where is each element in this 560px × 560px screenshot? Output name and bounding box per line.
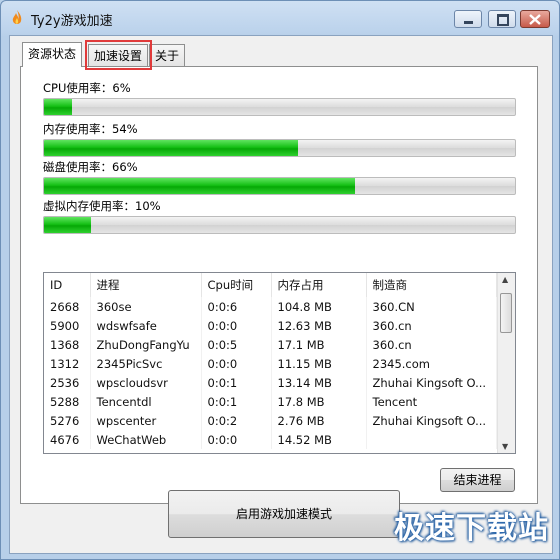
memory-usage-bar [43,139,516,157]
cell-manufacturer: Tencent [366,392,497,411]
table-row[interactable]: 2536 wpscloudsvr 0:0:1 13.14 MB Zhuhai Kings… [44,373,497,392]
column-header-process[interactable]: 进程 [90,273,202,297]
table-row[interactable]: 5288 Tencentdl 0:0:1 17.8 MB Tencent [44,392,497,411]
cell-process: 2345PicSvc [90,354,202,373]
cell-cpu-time: 0:0:0 [201,430,272,449]
tab-resource-status[interactable]: 资源状态 [22,42,83,67]
table-row[interactable]: 4676 WeChatWeb 0:0:0 14.52 MB [44,430,497,449]
cell-process: Tencentdl [90,392,202,411]
disk-usage-bar [43,177,516,195]
watermark-text: 极速下载站 [394,511,549,546]
process-table-header: ID 进程 Cpu时间 内存占用 制造商 [44,273,497,297]
flame-icon [12,10,22,24]
cell-process: WeChatWeb [90,430,202,449]
column-header-manufacturer[interactable]: 制造商 [366,273,497,297]
maximize-icon [497,14,509,26]
virtual-memory-usage-bar [43,216,516,234]
end-process-button[interactable]: 结束进程 [440,468,515,492]
cell-id: 1312 [44,354,91,373]
cell-id: 2668 [44,297,91,316]
column-header-cpu-time[interactable]: Cpu时间 [201,273,272,297]
minimize-button[interactable] [454,10,482,28]
cell-process: ZhuDongFangYu [90,335,202,354]
cell-memory: 2.76 MB [271,411,367,430]
tab-about[interactable]: 关于 [149,44,186,66]
minimize-icon [464,21,473,24]
disk-usage-label: 磁盘使用率：66% [43,160,138,174]
table-row[interactable]: 1312 2345PicSvc 0:0:0 11.15 MB 2345.com [44,354,497,373]
cell-memory: 12.63 MB [271,316,367,335]
cell-memory: 14.52 MB [271,430,367,449]
table-row[interactable]: 2668 360se 0:0:6 104.8 MB 360.CN [44,297,497,316]
cell-manufacturer: 2345.com [366,354,497,373]
virtual-memory-usage-fill [44,217,92,233]
title-bar[interactable]: Ty2y游戏加速 [1,1,559,35]
cell-memory: 104.8 MB [271,297,367,316]
process-list[interactable]: ID 进程 Cpu时间 内存占用 制造商 2668 360se 0:0:6 104.8… [43,272,516,454]
cell-manufacturer: Zhuhai Kingsoft O... [366,411,497,430]
cpu-usage-fill [44,99,73,115]
cell-id: 4676 [44,430,91,449]
cell-manufacturer: Zhuhai Kingsoft O... [366,373,497,392]
cpu-usage-bar [43,98,516,116]
enable-game-acceleration-button[interactable]: 启用游戏加速模式 [168,490,400,538]
cell-process: wdswfsafe [90,316,202,335]
cell-cpu-time: 0:0:5 [201,335,272,354]
process-list-scrollbar[interactable]: ▲ ▼ [497,273,515,453]
cell-manufacturer: 360.cn [366,316,497,335]
virtual-memory-usage-label: 虚拟内存使用率：10% [43,199,161,213]
app-window: Ty2y游戏加速 资源状态 加速设置 关于 CPU使用率：6% 内存使用率：54… [0,0,560,560]
process-table: ID 进程 Cpu时间 内存占用 制造商 2668 360se 0:0:6 104.8… [44,273,497,449]
close-icon [529,14,541,25]
cell-id: 5276 [44,411,91,430]
memory-usage-fill [44,140,299,156]
cell-memory: 13.14 MB [271,373,367,392]
table-row[interactable]: 5900 wdswfsafe 0:0:0 12.63 MB 360.cn [44,316,497,335]
cell-manufacturer: 360.cn [366,335,497,354]
disk-usage-fill [44,178,355,194]
table-row[interactable]: 5276 wpscenter 0:0:2 2.76 MB Zhuhai Kingsoft… [44,411,497,430]
cell-manufacturer [366,430,497,449]
cell-process: wpscloudsvr [90,373,202,392]
cell-manufacturer: 360.CN [366,297,497,316]
cell-memory: 17.8 MB [271,392,367,411]
table-row[interactable]: 1368 ZhuDongFangYu 0:0:5 17.1 MB 360.cn [44,335,497,354]
cell-id: 1368 [44,335,91,354]
column-header-memory[interactable]: 内存占用 [271,273,367,297]
window-title: Ty2y游戏加速 [31,14,113,29]
cell-process: wpscenter [90,411,202,430]
cell-id: 5900 [44,316,91,335]
cell-cpu-time: 0:0:2 [201,411,272,430]
resource-status-panel: CPU使用率：6% 内存使用率：54% 磁盘使用率：66% 虚拟内存使用率：10… [20,66,538,504]
memory-usage-label: 内存使用率：54% [43,122,138,136]
cell-id: 5288 [44,392,91,411]
column-header-id[interactable]: ID [44,273,91,297]
cell-cpu-time: 0:0:6 [201,297,272,316]
cell-cpu-time: 0:0:1 [201,392,272,411]
cell-cpu-time: 0:0:0 [201,316,272,335]
cell-process: 360se [90,297,202,316]
cell-memory: 11.15 MB [271,354,367,373]
scroll-up-arrow-icon[interactable]: ▲ [502,275,508,284]
scroll-thumb[interactable] [500,293,512,333]
cell-cpu-time: 0:0:0 [201,354,272,373]
cell-cpu-time: 0:0:1 [201,373,272,392]
client-area: 资源状态 加速设置 关于 CPU使用率：6% 内存使用率：54% 磁盘使用率：6… [9,35,553,554]
cpu-usage-label: CPU使用率：6% [43,81,131,95]
scroll-down-arrow-icon[interactable]: ▼ [502,442,508,451]
maximize-button[interactable] [488,10,516,28]
tab-highlight-box [85,40,152,70]
cell-memory: 17.1 MB [271,335,367,354]
cell-id: 2536 [44,373,91,392]
close-button[interactable] [520,10,550,28]
